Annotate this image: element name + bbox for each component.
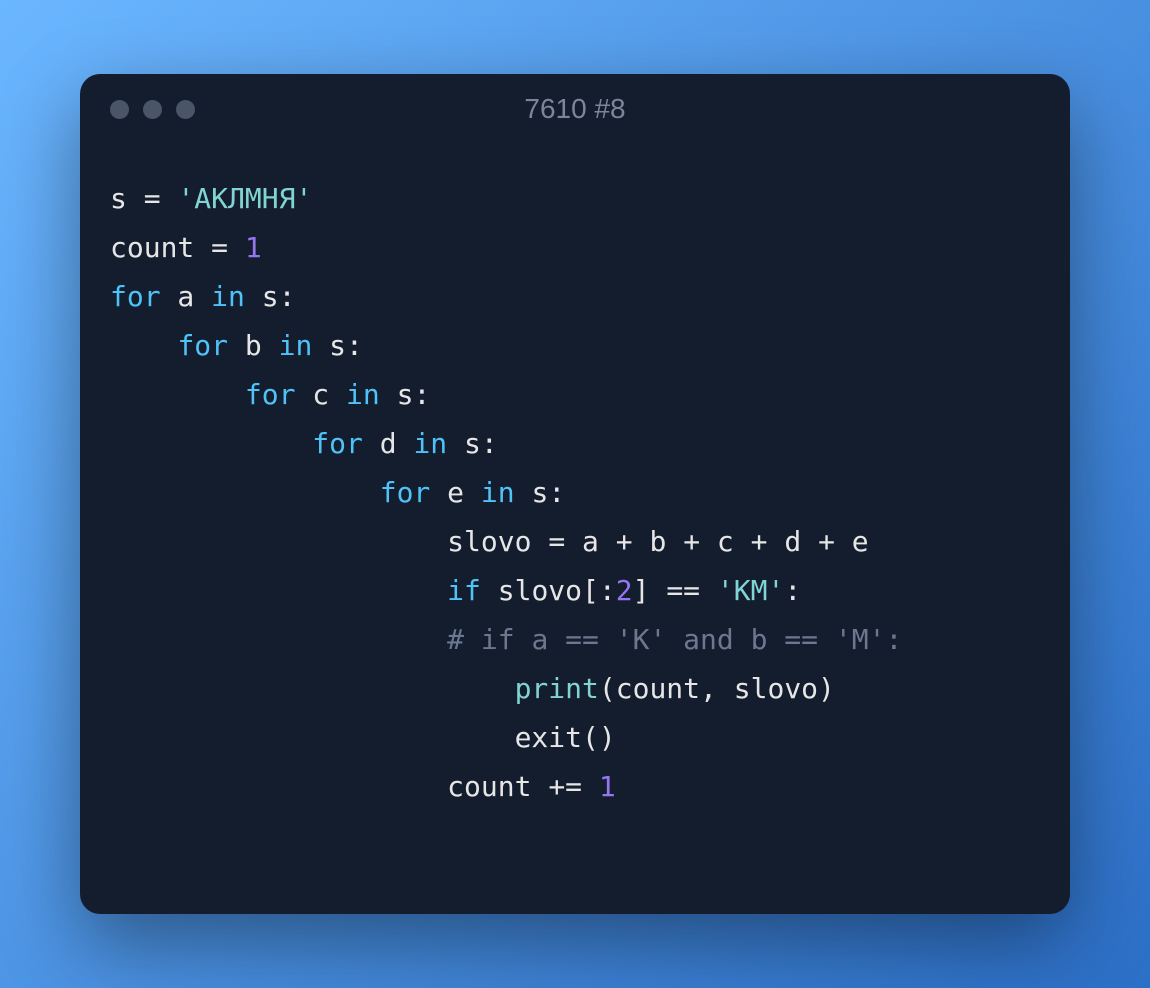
code-token: a [565, 525, 616, 558]
code-token [161, 182, 178, 215]
code-token: print [515, 672, 599, 705]
code-token: s [312, 329, 346, 362]
code-line: count += 1 [110, 762, 1040, 811]
code-token: for [380, 476, 431, 509]
code-token: c [295, 378, 346, 411]
code-token: ( [599, 672, 616, 705]
code-token: count [616, 672, 700, 705]
code-token: ] [633, 574, 650, 607]
code-line: count = 1 [110, 223, 1040, 272]
code-token: 1 [599, 770, 616, 803]
code-token: in [279, 329, 313, 362]
code-token [582, 770, 599, 803]
code-token: if [447, 574, 481, 607]
code-token: count [110, 231, 211, 264]
code-token: in [211, 280, 245, 313]
editor-window: 7610 #8 s = 'АКЛМНЯ'count = 1for a in s:… [80, 74, 1070, 914]
code-token: # if a == 'К' and b == 'М': [447, 623, 902, 656]
code-token: += [548, 770, 582, 803]
code-token: b [633, 525, 684, 558]
code-token [700, 574, 717, 607]
code-token: [: [582, 574, 616, 607]
code-token: s [447, 427, 481, 460]
code-token: d [363, 427, 414, 460]
code-area[interactable]: s = 'АКЛМНЯ'count = 1for a in s: for b i… [80, 144, 1070, 841]
code-token [228, 231, 245, 264]
code-line: for d in s: [110, 419, 1040, 468]
code-line: for c in s: [110, 370, 1040, 419]
code-line: for e in s: [110, 468, 1040, 517]
code-token: + [683, 525, 700, 558]
traffic-lights [110, 100, 195, 119]
code-token: : [784, 574, 801, 607]
code-token: 'КМ' [717, 574, 784, 607]
code-token: s [110, 182, 144, 215]
code-token: == [666, 574, 700, 607]
code-token: b [228, 329, 279, 362]
code-line: slovo = a + b + c + d + e [110, 517, 1040, 566]
code-token: c [700, 525, 751, 558]
code-token: : [413, 378, 430, 411]
code-token: ) [818, 672, 835, 705]
code-token: : [346, 329, 363, 362]
code-line: if slovo[:2] == 'КМ': [110, 566, 1040, 615]
code-token: s [380, 378, 414, 411]
code-token: 1 [245, 231, 262, 264]
code-token: s [245, 280, 279, 313]
code-token: a [161, 280, 212, 313]
code-line: for b in s: [110, 321, 1040, 370]
code-token: slovo [481, 574, 582, 607]
code-token: d [767, 525, 818, 558]
code-token: = [144, 182, 161, 215]
code-token: count [447, 770, 548, 803]
code-line: print(count, slovo) [110, 664, 1040, 713]
code-token: e [835, 525, 869, 558]
code-token: + [818, 525, 835, 558]
code-token: in [346, 378, 380, 411]
code-token: for [110, 280, 161, 313]
close-icon[interactable] [110, 100, 129, 119]
code-token: = [548, 525, 565, 558]
code-token: + [751, 525, 768, 558]
code-token: = [211, 231, 228, 264]
code-token: for [312, 427, 363, 460]
code-token: : [279, 280, 296, 313]
maximize-icon[interactable] [176, 100, 195, 119]
code-token: slovo [447, 525, 548, 558]
code-token: 2 [616, 574, 633, 607]
code-token: slovo [717, 672, 818, 705]
titlebar: 7610 #8 [80, 74, 1070, 144]
code-token: for [177, 329, 228, 362]
code-line: s = 'АКЛМНЯ' [110, 174, 1040, 223]
code-token: in [413, 427, 447, 460]
code-token: () [582, 721, 616, 754]
code-token: for [245, 378, 296, 411]
code-token: in [481, 476, 515, 509]
code-line: for a in s: [110, 272, 1040, 321]
code-token: + [616, 525, 633, 558]
minimize-icon[interactable] [143, 100, 162, 119]
code-line: exit() [110, 713, 1040, 762]
code-token: : [481, 427, 498, 460]
code-token: 'АКЛМНЯ' [177, 182, 312, 215]
code-line: # if a == 'К' and b == 'М': [110, 615, 1040, 664]
code-token [649, 574, 666, 607]
code-token: , [700, 672, 717, 705]
window-title: 7610 #8 [524, 93, 625, 125]
code-token: exit [515, 721, 582, 754]
code-token: s [515, 476, 549, 509]
code-token: : [548, 476, 565, 509]
code-token: e [430, 476, 481, 509]
